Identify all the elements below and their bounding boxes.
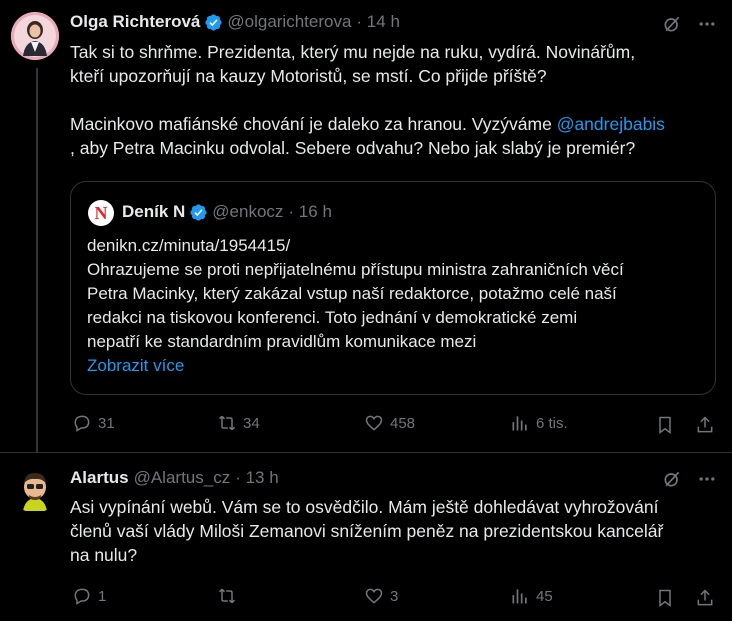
views-count: 45 [536,587,553,605]
tweet-alartus[interactable]: Alartus @Alartus_cz · 13 h Asi vypínání … [0,453,732,621]
tweet-text-fragment: Macinkovo mafiánské chování je daleko za… [70,114,557,134]
reply-icon [74,588,90,605]
more-options-icon[interactable] [697,469,717,489]
avatar-alartus[interactable] [11,465,59,513]
tweet-text-line: Asi vypínání webů. Vám se to osvědčilo. … [70,497,659,517]
views-count: 6 tis. [536,414,568,432]
tweet-time[interactable]: · 14 h [356,12,399,32]
avatar-olga-image [11,12,59,60]
tweet-actions: 1 3 45 [70,586,720,610]
mention-link[interactable]: @andrejbabis [557,114,665,134]
like-count: 3 [390,587,399,605]
reply-button[interactable]: 1 [72,586,106,606]
views-chart-icon [512,416,527,431]
grok-icon[interactable] [662,469,682,489]
repost-button[interactable] [217,586,243,606]
repost-icon [218,415,236,431]
author-name[interactable]: Alartus [70,468,129,488]
repost-icon [218,588,236,604]
quoted-text-line[interactable]: denikn.cz/minuta/1954415/ [87,234,712,258]
tweet-header: Olga Richterová @olgarichterova · 14 h [70,12,400,32]
tweet-olga[interactable]: Olga Richterová @olgarichterova · 14 h T… [0,0,732,453]
quoted-author-handle[interactable]: @enkocz [212,202,283,222]
reply-count: 31 [98,414,115,432]
verified-badge-icon [205,13,222,31]
heart-icon [365,588,383,604]
quoted-text-line: Petra Macinky, který zakázal vstup naší … [87,284,617,303]
denikn-logo: N [88,200,114,226]
views-button[interactable]: 45 [510,586,553,606]
reply-button[interactable]: 31 [72,413,115,433]
show-more-link[interactable]: Zobrazit více [87,354,712,378]
thread-line [36,68,38,453]
tweet-text-line: Tak si to shrňme. Prezidenta, který mu n… [70,42,636,62]
heart-icon [365,415,383,431]
quoted-author-name[interactable]: Deník N [122,202,185,222]
verified-badge-icon [190,203,207,221]
repost-button[interactable]: 34 [217,413,260,433]
tweet-text-line: členů vaší vlády Miloši Zemanovi snížení… [70,521,664,541]
like-count: 458 [390,414,416,432]
tweet-time[interactable]: · 13 h [235,468,278,488]
quoted-tweet-time[interactable]: · 16 h [288,202,331,222]
quoted-tweet[interactable]: N Deník N @enkocz · 16 h denikn.cz/minut… [70,181,716,395]
views-chart-icon [512,589,527,604]
bookmark-icon[interactable] [655,588,675,608]
tweet-text: Tak si to shrňme. Prezidenta, který mu n… [70,40,720,160]
quoted-text: denikn.cz/minuta/1954415/ Ohrazujeme se … [87,234,712,378]
quoted-text-line: Ohrazujeme se proti nepřijatelnému příst… [87,260,624,279]
bookmark-icon[interactable] [655,415,675,435]
reply-icon [74,415,90,432]
author-name[interactable]: Olga Richterová [70,12,200,32]
quoted-text-line: redakci na tiskovou konferenci. Toto jed… [87,308,578,327]
author-handle[interactable]: @Alartus_cz [134,468,231,488]
quoted-text-line: nepatří ke standardním pravidlům komunik… [87,332,477,351]
author-handle[interactable]: @olgarichterova [227,12,351,32]
avatar-alartus-image [11,465,59,513]
tweet-text-line: kteří upozorňují na kauzy Motoristů, se … [70,66,547,86]
repost-count: 34 [243,414,260,432]
avatar-olga[interactable] [11,12,59,60]
reply-count: 1 [98,587,107,605]
tweet-text: Asi vypínání webů. Vám se to osvědčilo. … [70,495,725,567]
denikn-logo-letter: N [94,202,108,223]
more-options-icon[interactable] [697,14,717,34]
tweet-actions: 31 34 458 6 tis. [70,413,720,437]
share-icon[interactable] [695,588,715,608]
quoted-header: Deník N @enkocz · 16 h [122,202,332,222]
tweet-text-line: , aby Petra Macinku odvolal. Sebere odva… [70,138,636,158]
views-button[interactable]: 6 tis. [510,413,568,433]
tweet-header: Alartus @Alartus_cz · 13 h [70,468,279,488]
like-button[interactable]: 3 [364,586,398,606]
share-icon[interactable] [695,415,715,435]
grok-icon[interactable] [662,14,682,34]
like-button[interactable]: 458 [364,413,415,433]
tweet-text-line: Macinkovo mafiánské chování je daleko za… [70,112,720,136]
tweet-text-line: na nulu? [70,545,138,565]
